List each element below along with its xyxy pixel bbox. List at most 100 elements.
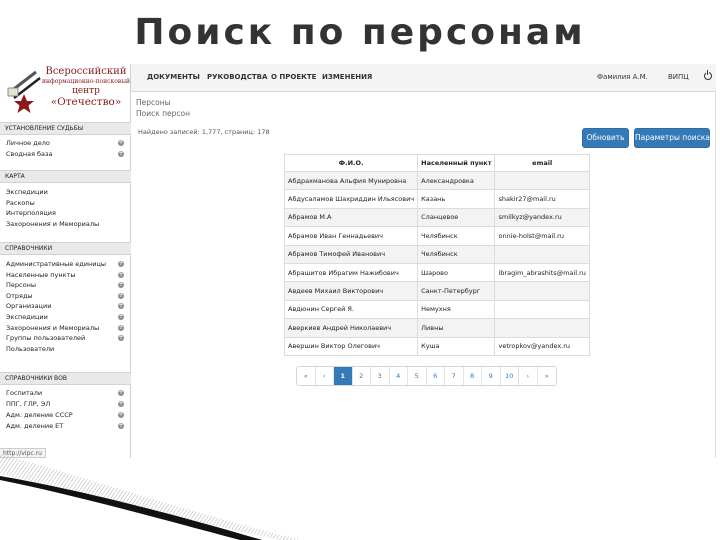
nav-documents[interactable]: ДОКУМЕНТЫ bbox=[147, 73, 200, 81]
nav-manuals[interactable]: РУКОВОДСТВА bbox=[207, 73, 267, 81]
table-row[interactable]: Абрамов М.А Сланцевое smilkyz@yandex.ru bbox=[283, 207, 590, 228]
expand-plus-icon[interactable]: + bbox=[118, 390, 124, 396]
logo-text: Всероссийский информационно-поисковый це… bbox=[42, 66, 130, 109]
cell-locality: Шарово bbox=[417, 262, 496, 283]
page-link[interactable]: 7 bbox=[445, 367, 464, 385]
page-link[interactable]: 1 bbox=[334, 367, 353, 385]
page-link[interactable]: « bbox=[297, 367, 316, 385]
page-link[interactable]: 2 bbox=[352, 367, 371, 385]
expand-plus-icon[interactable]: + bbox=[118, 282, 124, 289]
sidebar-item[interactable]: Сводная база + bbox=[6, 149, 128, 159]
table-row[interactable]: Авершин Виктор Олегович Куша vetropkov@yan… bbox=[283, 336, 590, 356]
sidebar-item-label: Экспедиции bbox=[6, 188, 48, 196]
page-link[interactable]: 6 bbox=[426, 367, 445, 385]
col-header-fio[interactable]: Ф.И.О. bbox=[283, 154, 419, 172]
org-name[interactable]: ВИПЦ bbox=[668, 73, 689, 81]
sidebar-item-label: Населенные пункты bbox=[6, 270, 76, 279]
sidebar-item[interactable]: Отряды + bbox=[6, 291, 128, 301]
sidebar-item-label: Раскопы bbox=[6, 198, 35, 207]
sidebar-item[interactable]: Захоронения и Мемориалы bbox=[6, 219, 128, 229]
expand-plus-icon[interactable]: + bbox=[118, 412, 124, 418]
sidebar-item[interactable]: Пользователи bbox=[6, 344, 128, 354]
table-row[interactable]: Абдрахманова Альфия Мунировна Александров… bbox=[283, 170, 590, 191]
table-row[interactable]: Абрамов Иван Геннадьевич Челябинск onnie-h… bbox=[283, 226, 590, 246]
expand-plus-icon[interactable]: + bbox=[118, 271, 124, 278]
sidebar-item[interactable]: Организации + bbox=[6, 301, 128, 311]
persons-table: Ф.И.О. Населенный пункт email Абдрахмано… bbox=[283, 154, 590, 356]
cell-email: vetropkov@yandex.ru bbox=[494, 336, 590, 356]
expand-plus-icon[interactable]: + bbox=[118, 324, 124, 331]
table-row[interactable]: Авдюнин Сергей Я. Немухня bbox=[283, 299, 590, 320]
page-link[interactable]: › bbox=[519, 367, 538, 385]
top-navbar: ДОКУМЕНТЫ РУКОВОДСТВА О ПРОЕКТЕ ИЗМЕНЕНИ… bbox=[131, 64, 716, 92]
sidebar-item[interactable]: Группы пользователей + bbox=[6, 333, 128, 343]
col-header-locality[interactable]: Населенный пункт bbox=[417, 154, 496, 172]
logo-line-4: «Отечество» bbox=[50, 96, 122, 108]
expand-plus-icon[interactable]: + bbox=[118, 335, 124, 342]
sidebar-item-label: Госпитали bbox=[6, 389, 43, 397]
expand-plus-icon[interactable]: + bbox=[118, 151, 124, 157]
table-row[interactable]: Абрашитов Ибрагим Нажибович Шарово ibragim… bbox=[283, 262, 590, 283]
sidebar-item-label: Адм. деление ЕТ bbox=[6, 422, 64, 430]
cell-locality: Санкт-Петербург bbox=[417, 281, 496, 301]
cell-email: smilkyz@yandex.ru bbox=[494, 207, 590, 228]
sidebar-item[interactable]: Личное дело + bbox=[6, 138, 128, 148]
sidebar-item[interactable]: Адм. деление ЕТ + bbox=[6, 421, 128, 431]
logo-line-1: Всероссийский bbox=[45, 66, 127, 77]
sidebar-item[interactable]: Раскопы bbox=[6, 198, 128, 208]
expand-plus-icon[interactable]: + bbox=[118, 423, 124, 429]
expand-plus-icon[interactable]: + bbox=[118, 140, 124, 146]
nav-about[interactable]: О ПРОЕКТЕ bbox=[271, 73, 316, 81]
table-row[interactable]: Абрамов Тимофей Иванович Челябинск bbox=[283, 244, 590, 264]
user-name[interactable]: Фамилия А.М. bbox=[597, 73, 648, 81]
cell-fio: Авдюнин Сергей Я. bbox=[283, 299, 419, 320]
cell-fio: Абрашитов Ибрагим Нажибович bbox=[283, 262, 419, 283]
cell-email bbox=[494, 299, 590, 320]
logo[interactable]: Всероссийский информационно-поисковый це… bbox=[2, 64, 131, 122]
cell-fio: Абрамов М.А bbox=[283, 207, 419, 228]
cell-locality: Челябинск bbox=[417, 244, 496, 264]
cell-fio: Абрамов Тимофей Иванович bbox=[283, 244, 419, 264]
page-link[interactable]: 4 bbox=[389, 367, 408, 385]
sidebar-item[interactable]: Экспедиции + bbox=[6, 312, 128, 322]
sidebar-item-label: Административные единицы bbox=[6, 260, 107, 268]
nav-changes[interactable]: ИЗМЕНЕНИЯ bbox=[322, 73, 372, 81]
sidebar-item[interactable]: ППГ, ГЛР, ЭЛ + bbox=[6, 399, 128, 409]
refresh-button[interactable]: Обновить bbox=[582, 128, 629, 148]
logout-power-icon[interactable] bbox=[704, 70, 712, 80]
sidebar-item-label: ППГ, ГЛР, ЭЛ bbox=[6, 400, 51, 408]
sidebar-item[interactable]: Населенные пункты + bbox=[6, 270, 128, 280]
search-params-button[interactable]: Параметры поиска bbox=[634, 128, 710, 148]
page-link[interactable]: 3 bbox=[371, 367, 390, 385]
table-row[interactable]: Аверкиев Андрей Николаевич Ливны bbox=[283, 318, 590, 338]
table-row[interactable]: Абдусаламов Шахриддин Ильясович Казань sha… bbox=[283, 189, 590, 209]
page-link[interactable]: 10 bbox=[500, 367, 519, 385]
expand-plus-icon[interactable]: + bbox=[118, 314, 124, 320]
sidebar: Всероссийский информационно-поисковый це… bbox=[0, 64, 131, 458]
sidebar-item-label: Сводная база bbox=[6, 150, 53, 158]
sidebar-item[interactable]: Административные единицы + bbox=[6, 259, 128, 269]
page-link[interactable]: 9 bbox=[482, 367, 501, 385]
page-link[interactable]: ‹ bbox=[315, 367, 334, 385]
page-link[interactable]: 5 bbox=[408, 367, 427, 385]
breadcrumb-persons[interactable]: Персоны bbox=[136, 98, 171, 107]
table-row[interactable]: Авдеев Михаил Викторович Санкт-Петербург bbox=[283, 281, 590, 301]
expand-plus-icon[interactable]: + bbox=[118, 401, 124, 407]
col-header-email[interactable]: email bbox=[494, 154, 590, 172]
sidebar-item[interactable]: Захоронения и Мемориалы + bbox=[6, 323, 128, 333]
sidebar-item[interactable]: Госпитали + bbox=[6, 388, 128, 398]
expand-plus-icon[interactable]: + bbox=[118, 292, 124, 299]
page-link[interactable]: 8 bbox=[463, 367, 482, 385]
cell-email: onnie-holst@mail.ru bbox=[494, 226, 590, 246]
expand-plus-icon[interactable]: + bbox=[118, 303, 124, 310]
cell-fio: Абрамов Иван Геннадьевич bbox=[283, 226, 419, 246]
sidebar-item[interactable]: Интерполяция bbox=[6, 208, 128, 218]
sidebar-item[interactable]: Экспедиции bbox=[6, 187, 128, 197]
sidebar-item[interactable]: Адм. деление СССР + bbox=[6, 410, 128, 420]
expand-plus-icon[interactable]: + bbox=[118, 261, 124, 267]
cell-fio: Авершин Виктор Олегович bbox=[283, 336, 419, 356]
cell-email: ibragim_abrashits@mail.ru bbox=[494, 262, 590, 283]
page-link[interactable]: » bbox=[537, 367, 556, 385]
sidebar-item[interactable]: Персоны + bbox=[6, 280, 128, 290]
cell-locality: Ливны bbox=[417, 318, 496, 338]
